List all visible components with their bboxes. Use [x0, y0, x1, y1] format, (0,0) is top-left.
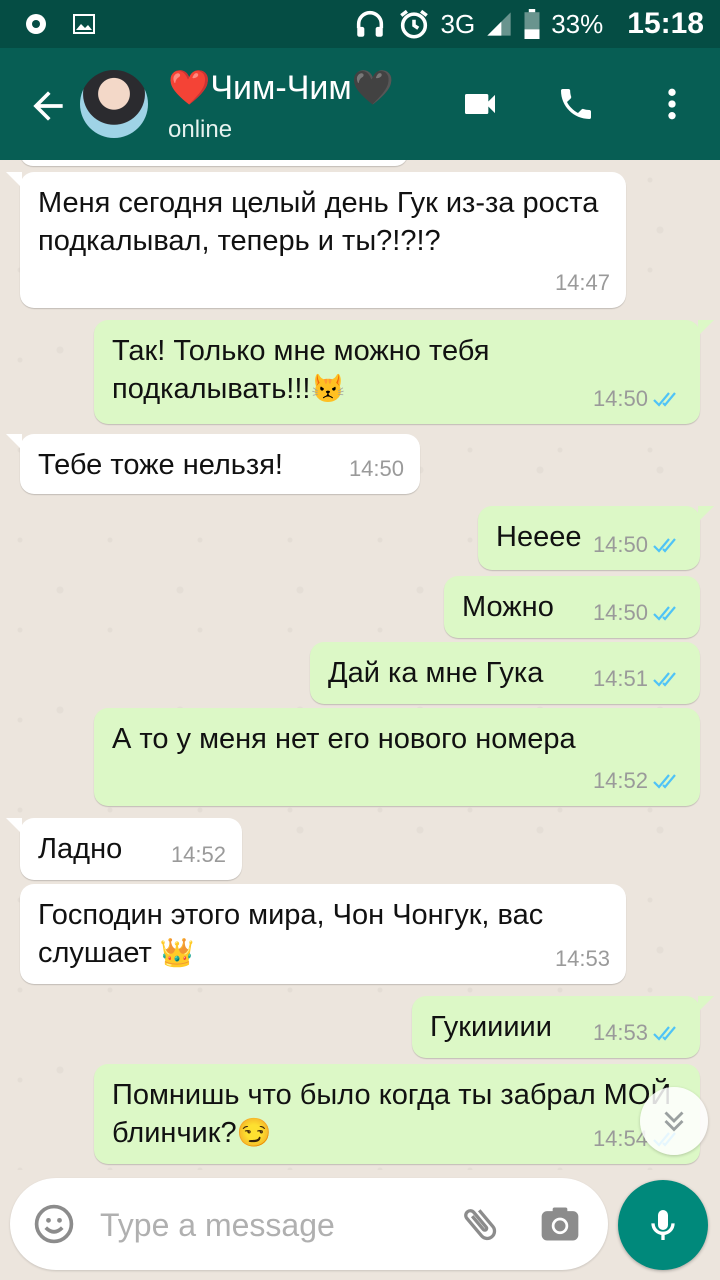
status-bar: 3G 33% 15:18 [0, 0, 720, 48]
message-time: 14:50 [348, 456, 404, 481]
message-time: 14:52 [170, 842, 226, 867]
black-heart-emoji: 🖤 [351, 69, 395, 107]
headphones-icon [356, 10, 383, 37]
chat-area[interactable]: Меня сегодня целый день Гук из-за роста … [0, 160, 720, 1170]
scroll-to-bottom-button[interactable] [640, 1087, 708, 1155]
message-text: Меня сегодня целый день Гук из-за роста … [38, 187, 599, 257]
network-type: 3G [440, 8, 476, 39]
message-time: 14:50 [592, 386, 648, 411]
back-arrow-icon[interactable] [26, 84, 70, 128]
read-ticks-icon [653, 538, 676, 553]
message-time: 14:52 [592, 768, 648, 793]
read-ticks-icon [653, 606, 676, 621]
message-text: Помнишь что было когда ты забрал МОЙ бли… [112, 1079, 672, 1149]
mic-icon [651, 1210, 675, 1240]
alarm-icon [399, 9, 428, 39]
message-text: Так! Только мне можно тебя подкалывать!!… [112, 335, 490, 405]
message-time: 14:53 [592, 1020, 648, 1045]
message-outgoing[interactable]: Помнишь что было когда ты забрал МОЙ бли… [94, 1064, 700, 1164]
read-ticks-icon [653, 392, 676, 407]
message-incoming[interactable]: Тебе тоже нельзя! 14:50 [6, 434, 420, 494]
mic-button[interactable] [618, 1180, 708, 1270]
message-outgoing[interactable]: А то у меня нет его нового номера 14:52 [94, 708, 700, 806]
contact-name-text: Чим-Чим [210, 68, 352, 107]
read-ticks-icon [653, 774, 676, 789]
signal-icon [487, 12, 511, 36]
message-composer [10, 1178, 608, 1270]
battery-icon [524, 9, 540, 39]
image-icon [73, 14, 95, 34]
read-ticks-icon [653, 1026, 676, 1041]
double-chevron-down-icon [664, 1111, 684, 1132]
emoji-icon[interactable] [32, 1202, 76, 1246]
message-outgoing[interactable]: Можно 14:50 [444, 576, 700, 638]
message-time: 14:50 [592, 600, 648, 625]
more-vert-icon[interactable] [652, 84, 692, 124]
message-text: Тебе тоже нельзя! [38, 449, 283, 481]
message-text: Можно [462, 591, 554, 623]
attach-icon[interactable] [458, 1202, 502, 1246]
clock: 15:18 [627, 7, 704, 40]
message-incoming[interactable]: Ладно 14:52 [6, 818, 242, 880]
message-outgoing[interactable]: Нееее 14:50 [478, 506, 714, 570]
phone-icon[interactable] [556, 84, 596, 124]
contact-status: online [168, 116, 233, 143]
message-text: Ладно [38, 833, 123, 865]
message-incoming[interactable]: Господин этого мира, Чон Чонгук, вас слу… [20, 884, 626, 984]
message-bubble-partial[interactable] [20, 160, 408, 166]
video-call-icon[interactable] [460, 84, 500, 124]
message-outgoing[interactable]: Так! Только мне можно тебя подкалывать!!… [94, 320, 714, 424]
message-time: 14:50 [592, 532, 648, 557]
heart-emoji: ❤️ [168, 69, 211, 107]
message-text: А то у меня нет его нового номера [112, 723, 576, 755]
message-input[interactable] [98, 1196, 442, 1254]
chat-header: ❤️ Чим-Чим 🖤 online [0, 48, 720, 160]
message-time: 14:47 [554, 270, 610, 295]
message-outgoing[interactable]: Дай ка мне Гука 14:51 [310, 642, 700, 704]
read-ticks-icon [653, 672, 676, 687]
message-incoming[interactable]: Меня сегодня целый день Гук из-за роста … [6, 172, 626, 308]
avatar[interactable] [80, 70, 148, 138]
battery-percent: 33% [551, 8, 604, 39]
smirk-emoji: 😏 [236, 1117, 272, 1148]
message-time: 14:51 [592, 666, 648, 691]
message-text: Господин этого мира, Чон Чонгук, вас слу… [38, 899, 544, 969]
message-outgoing[interactable]: Гукиииии 14:53 [412, 996, 714, 1058]
message-text: Гукиииии [430, 1011, 552, 1043]
camera-icon[interactable] [538, 1202, 582, 1246]
message-time: 14:53 [554, 946, 610, 971]
angry-cat-emoji: 😾 [310, 373, 346, 404]
notification-dot-icon [26, 14, 46, 34]
contact-name[interactable]: ❤️ Чим-Чим 🖤 [168, 68, 394, 108]
message-text: Нееее [496, 521, 582, 553]
crown-emoji: 👑 [159, 937, 195, 968]
message-text: Дай ка мне Гука [328, 657, 544, 689]
